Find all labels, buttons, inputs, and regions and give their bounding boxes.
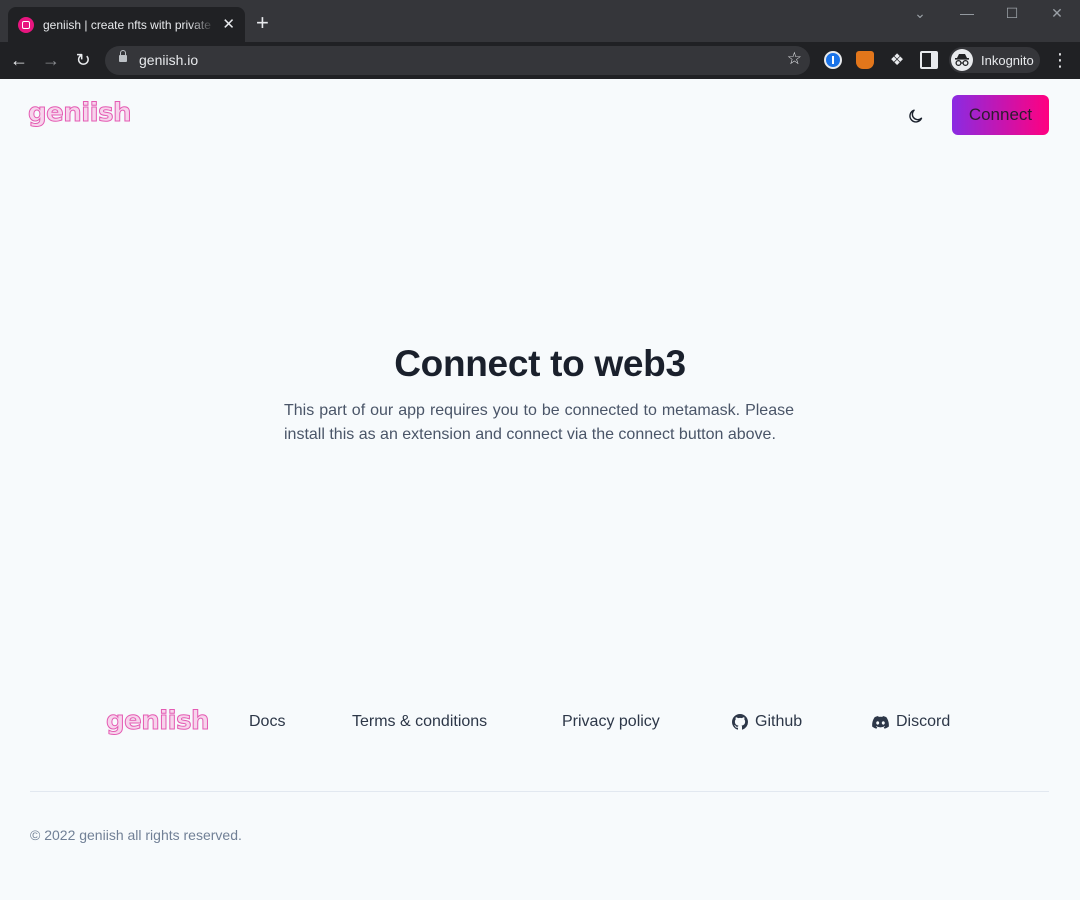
incognito-profile-chip[interactable]: Inkognito (949, 47, 1040, 73)
footer-link-label: Terms & conditions (352, 713, 488, 730)
close-window-button[interactable]: ✕ (1047, 5, 1067, 22)
connect-button[interactable]: Connect (952, 95, 1049, 135)
footer-link-docs[interactable]: Docs (249, 713, 285, 731)
header-logo[interactable]: geniish (27, 98, 132, 129)
footer-link-terms[interactable]: Terms & conditions (352, 713, 487, 731)
moon-icon (909, 109, 923, 123)
metamask-icon[interactable] (856, 51, 874, 69)
geniish-favicon-icon (18, 16, 34, 33)
address-bar[interactable]: geniish.io ☆ (105, 46, 810, 75)
browser-tab[interactable]: geniish | create nfts with private a ✕ (8, 7, 245, 42)
footer-link-label: Privacy policy (562, 713, 660, 730)
reload-button[interactable]: ↻ (71, 48, 95, 72)
incognito-icon (951, 49, 973, 71)
bookmark-star-icon[interactable]: ☆ (787, 49, 802, 69)
new-tab-button[interactable]: + (256, 12, 269, 34)
discord-icon (872, 715, 889, 729)
maximize-button[interactable]: ☐ (1002, 5, 1022, 22)
browser-toolbar: ← → ↻ geniish.io ☆ ❖ Inkognito ⋮ (0, 42, 1080, 79)
browser-tab-strip: geniish | create nfts with private a ✕ +… (0, 0, 1080, 42)
page-title: Connect to web3 (394, 343, 686, 384)
footer-link-github[interactable]: Github (732, 713, 802, 731)
footer-link-label: Docs (249, 713, 286, 730)
footer-logo[interactable]: geniish (105, 706, 210, 737)
profile-label: Inkognito (981, 52, 1034, 68)
browser-menu-icon[interactable]: ⋮ (1051, 48, 1069, 72)
tab-search-icon[interactable]: ⌄ (910, 5, 930, 22)
tab-title: geniish | create nfts with private a (43, 17, 215, 32)
copyright-text: © 2022 geniish all rights reserved. (30, 827, 242, 843)
1password-icon[interactable] (824, 51, 842, 69)
url-text[interactable]: geniish.io (139, 52, 198, 68)
tab-close-icon[interactable]: ✕ (222, 17, 235, 32)
side-panel-icon[interactable] (920, 51, 938, 69)
minimize-button[interactable]: — (957, 5, 977, 21)
forward-button[interactable]: → (39, 48, 63, 72)
footer-link-discord[interactable]: Discord (872, 713, 950, 731)
theme-toggle-button[interactable] (902, 102, 930, 130)
footer-link-privacy[interactable]: Privacy policy (562, 713, 660, 731)
github-icon (732, 714, 748, 730)
connect-instructions: This part of our app requires you to be … (284, 402, 794, 443)
footer-divider (30, 791, 1049, 792)
lock-icon[interactable] (119, 50, 127, 62)
extensions-puzzle-icon[interactable]: ❖ (888, 51, 906, 69)
back-button[interactable]: ← (7, 48, 31, 72)
footer-link-label: Discord (896, 713, 951, 730)
footer-link-label: Github (755, 713, 803, 730)
